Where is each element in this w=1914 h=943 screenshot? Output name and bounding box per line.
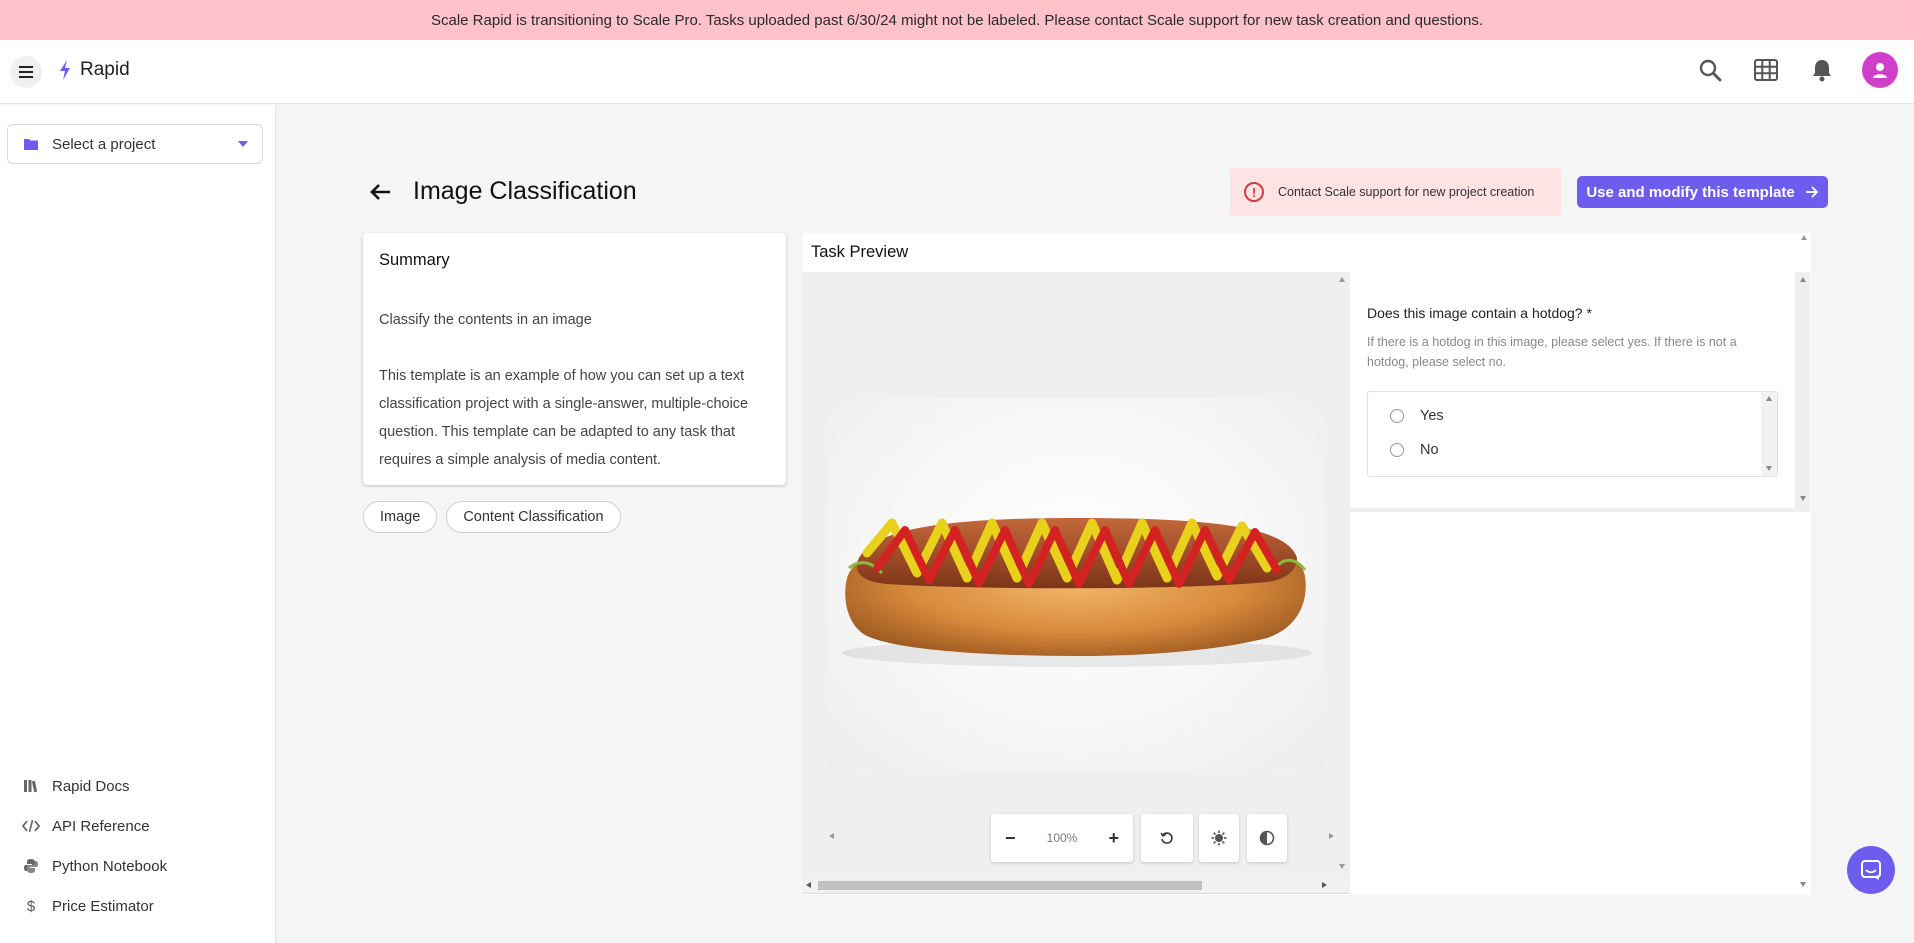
question-title: Does this image contain a hotdog? * [1367,305,1592,321]
apps-grid-icon[interactable] [1750,54,1782,86]
sidebar-item-label: Rapid Docs [52,777,130,795]
tag-list: Image Content Classification [363,501,621,533]
chat-icon [1861,860,1881,880]
contrast-icon [1259,830,1275,846]
question-panel: Does this image contain a hotdog? * If t… [1350,272,1810,512]
user-avatar[interactable] [1862,52,1898,88]
top-navbar: Rapid [0,40,1914,104]
dollar-icon: $ [26,897,36,915]
scroll-left-arrow[interactable] [829,833,834,839]
lightning-icon [60,60,70,80]
arrow-right-icon [1805,186,1818,198]
question-panel-empty-area [1350,512,1795,894]
back-arrow-icon[interactable] [366,178,394,206]
zoom-control: − 100% + [991,814,1133,862]
chevron-down-icon [238,141,248,147]
sidebar-item-label: Price Estimator [52,897,154,915]
task-preview-panel: Task Preview − 100% + Does this image co… [802,233,1811,895]
task-preview-title: Task Preview [811,243,909,261]
radio-button[interactable] [1390,443,1404,457]
contrast-button[interactable] [1247,814,1287,862]
summary-card: Summary Classify the contents in an imag… [363,233,786,485]
scroll-right-arrow[interactable] [1322,882,1327,888]
sidebar-item-rapid-docs[interactable]: Rapid Docs [22,766,167,806]
project-select[interactable]: Select a project [7,124,263,164]
scroll-down-arrow[interactable] [1766,466,1772,471]
summary-short: Classify the contents in an image [379,312,592,328]
question-scrollbar[interactable] [1795,272,1810,508]
option-yes[interactable]: Yes [1390,408,1444,424]
code-icon [22,819,40,833]
app-name: Rapid [80,59,130,80]
sidebar-item-price-estimator[interactable]: $ Price Estimator [22,886,167,926]
project-select-label: Select a project [52,135,156,153]
scrollbar-thumb[interactable] [818,881,1202,890]
scroll-down-arrow[interactable] [1339,864,1345,869]
rotate-button[interactable] [1141,814,1193,862]
tag-content-classification[interactable]: Content Classification [446,501,621,533]
scroll-up-arrow[interactable] [1339,277,1345,282]
sidebar-item-api-reference[interactable]: API Reference [22,806,167,846]
hotdog-image [827,398,1325,770]
summary-description: This template is an example of how you c… [379,368,749,468]
alert-icon: ! [1244,182,1264,202]
scroll-right-arrow[interactable] [1329,833,1334,839]
search-icon[interactable] [1694,54,1726,86]
library-icon [22,778,40,794]
zoom-out-button[interactable]: − [1005,828,1016,849]
zoom-level: 100% [1046,831,1078,845]
zoom-in-button[interactable]: + [1108,828,1119,849]
brightness-button[interactable] [1199,814,1239,862]
question-help-text: If there is a hotdog in this image, plea… [1367,335,1737,369]
bell-icon[interactable] [1806,54,1838,86]
support-alert: ! Contact Scale support for new project … [1230,168,1561,216]
folder-icon [24,139,38,150]
python-icon [22,858,40,874]
preview-scrollbar[interactable] [1795,512,1811,894]
horizontal-scrollbar[interactable] [802,878,1350,892]
transition-banner: Scale Rapid is transitioning to Scale Pr… [0,0,1914,40]
scroll-left-arrow[interactable] [806,882,811,888]
radio-button[interactable] [1390,409,1404,423]
sidebar-item-python-notebook[interactable]: Python Notebook [22,846,167,886]
page-title: Image Classification [413,177,637,205]
sidebar-item-label: Python Notebook [52,857,168,875]
menu-icon[interactable] [10,56,42,88]
rotate-icon [1160,832,1173,844]
option-label: No [1420,442,1439,458]
sidebar-item-label: API Reference [52,817,150,835]
scroll-down-arrow[interactable] [1800,882,1806,887]
image-viewer[interactable]: − 100% + [802,272,1350,894]
brightness-icon [1211,830,1227,846]
tag-image[interactable]: Image [363,501,438,533]
use-template-label: Use and modify this template [1586,183,1795,201]
options-scrollbar[interactable] [1761,392,1777,476]
summary-title: Summary [379,251,450,269]
scroll-up-arrow[interactable] [1766,396,1772,401]
use-template-button[interactable]: Use and modify this template [1577,176,1828,208]
chat-support-button[interactable] [1847,846,1895,894]
option-label: Yes [1420,408,1444,424]
left-sidebar: Select a project Rapid Docs API Referenc… [0,105,276,943]
app-logo[interactable]: Rapid [58,59,130,81]
banner-text: Scale Rapid is transitioning to Scale Pr… [430,11,1484,29]
answer-options: Yes No [1367,391,1778,477]
scroll-down-arrow[interactable] [1800,496,1806,501]
option-no[interactable]: No [1390,442,1439,458]
scroll-up-arrow[interactable] [1800,277,1806,282]
alert-text: Contact Scale support for new project cr… [1278,185,1535,199]
scroll-up-arrow[interactable] [1801,235,1807,240]
